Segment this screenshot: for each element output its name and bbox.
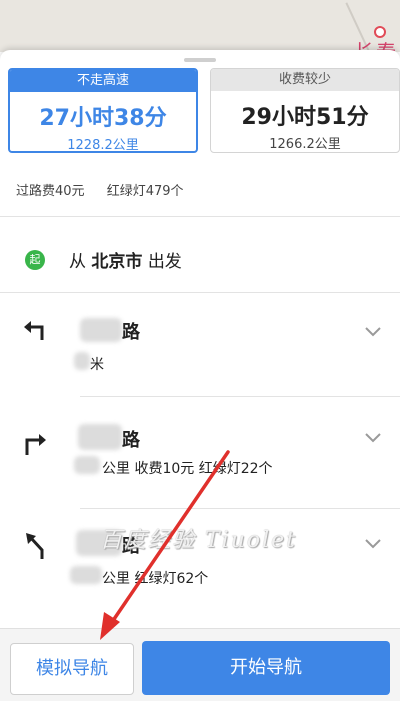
start-city: 北京市 — [91, 252, 143, 272]
watermark-text: 百度经验 Tiuolet — [100, 528, 298, 553]
chevron-down-icon[interactable] — [364, 538, 382, 550]
turn-right-icon — [25, 434, 46, 455]
redacted-distance — [74, 352, 90, 370]
start-prefix: 从 — [69, 252, 86, 272]
drag-handle[interactable] — [184, 58, 216, 62]
route-distance: 1228.2公里 — [67, 138, 139, 153]
step-divider — [80, 396, 400, 397]
start-navigation-button[interactable]: 开始导航 — [142, 641, 390, 695]
redacted-distance — [74, 456, 100, 474]
start-badge: 起 — [25, 249, 45, 270]
route-step[interactable]: 路 米 — [0, 300, 400, 395]
route-summary: 过路费40元 红绿灯479个 — [16, 180, 202, 199]
redacted-road-name — [80, 318, 122, 342]
road-name-suffix: 路 — [122, 322, 140, 343]
toll-fee: 过路费40元 — [16, 184, 85, 199]
simulate-navigation-button[interactable]: 模拟导航 — [10, 643, 134, 695]
redacted-distance — [70, 566, 102, 584]
step-divider — [80, 508, 400, 509]
route-step[interactable]: 路 公里 收费10元 红绿灯22个 — [0, 406, 400, 506]
traffic-light-count: 红绿灯479个 — [106, 184, 184, 199]
start-suffix: 出发 — [147, 252, 182, 272]
route-tag: 不走高速 — [10, 70, 196, 92]
route-duration: 29小时51分 — [241, 105, 369, 130]
bear-left-icon — [26, 533, 44, 559]
chevron-down-icon[interactable] — [364, 432, 382, 444]
start-row: 起 从 北京市 出发 — [25, 247, 182, 272]
bottom-action-bar: 模拟导航 开始导航 — [0, 628, 400, 701]
step-detail: 米 — [90, 357, 104, 373]
route-option-no-highway[interactable]: 不走高速 27小时38分 1228.2公里 — [8, 68, 198, 153]
redacted-road-name — [78, 424, 122, 450]
turn-left-icon — [24, 321, 44, 340]
step-detail: 公里 红绿灯62个 — [102, 571, 209, 587]
route-duration: 27小时38分 — [39, 106, 167, 131]
start-text: 从 北京市 出发 — [69, 247, 182, 272]
road-name-suffix: 路 — [122, 430, 140, 451]
route-tag: 收费较少 — [211, 69, 399, 91]
route-distance: 1266.2公里 — [269, 137, 341, 152]
section-divider — [0, 292, 400, 293]
section-divider — [0, 216, 400, 217]
map-background[interactable]: 长春 — [0, 0, 400, 52]
route-option-less-toll[interactable]: 收费较少 29小时51分 1266.2公里 — [210, 68, 400, 153]
chevron-down-icon[interactable] — [364, 326, 382, 338]
step-detail: 公里 收费10元 红绿灯22个 — [102, 461, 273, 477]
